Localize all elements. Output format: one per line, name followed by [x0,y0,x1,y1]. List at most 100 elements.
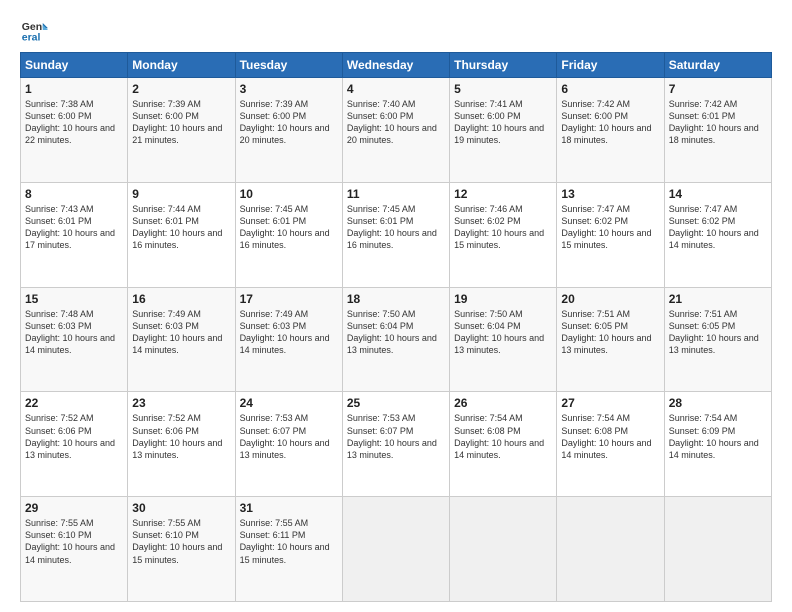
day-number: 14 [669,187,767,201]
day-info: Sunrise: 7:47 AMSunset: 6:02 PMDaylight:… [561,203,659,252]
day-number: 1 [25,82,123,96]
calendar-cell: 6 Sunrise: 7:42 AMSunset: 6:00 PMDayligh… [557,78,664,183]
day-number: 25 [347,396,445,410]
day-number: 7 [669,82,767,96]
calendar-week-5: 29 Sunrise: 7:55 AMSunset: 6:10 PMDaylig… [21,497,772,602]
calendar-cell: 21 Sunrise: 7:51 AMSunset: 6:05 PMDaylig… [664,287,771,392]
day-info: Sunrise: 7:55 AMSunset: 6:11 PMDaylight:… [240,517,338,566]
calendar-cell: 3 Sunrise: 7:39 AMSunset: 6:00 PMDayligh… [235,78,342,183]
day-number: 30 [132,501,230,515]
calendar-cell: 11 Sunrise: 7:45 AMSunset: 6:01 PMDaylig… [342,182,449,287]
day-info: Sunrise: 7:53 AMSunset: 6:07 PMDaylight:… [347,412,445,461]
day-info: Sunrise: 7:43 AMSunset: 6:01 PMDaylight:… [25,203,123,252]
day-number: 17 [240,292,338,306]
calendar-cell: 8 Sunrise: 7:43 AMSunset: 6:01 PMDayligh… [21,182,128,287]
calendar-cell: 20 Sunrise: 7:51 AMSunset: 6:05 PMDaylig… [557,287,664,392]
day-number: 13 [561,187,659,201]
calendar-header-row: SundayMondayTuesdayWednesdayThursdayFrid… [21,53,772,78]
calendar-cell: 18 Sunrise: 7:50 AMSunset: 6:04 PMDaylig… [342,287,449,392]
day-info: Sunrise: 7:38 AMSunset: 6:00 PMDaylight:… [25,98,123,147]
day-info: Sunrise: 7:54 AMSunset: 6:09 PMDaylight:… [669,412,767,461]
calendar-cell: 16 Sunrise: 7:49 AMSunset: 6:03 PMDaylig… [128,287,235,392]
day-number: 29 [25,501,123,515]
day-number: 28 [669,396,767,410]
day-number: 12 [454,187,552,201]
calendar-cell: 2 Sunrise: 7:39 AMSunset: 6:00 PMDayligh… [128,78,235,183]
calendar-week-3: 15 Sunrise: 7:48 AMSunset: 6:03 PMDaylig… [21,287,772,392]
day-info: Sunrise: 7:53 AMSunset: 6:07 PMDaylight:… [240,412,338,461]
calendar-cell: 30 Sunrise: 7:55 AMSunset: 6:10 PMDaylig… [128,497,235,602]
day-info: Sunrise: 7:55 AMSunset: 6:10 PMDaylight:… [132,517,230,566]
calendar-cell: 19 Sunrise: 7:50 AMSunset: 6:04 PMDaylig… [450,287,557,392]
day-number: 3 [240,82,338,96]
day-number: 23 [132,396,230,410]
day-info: Sunrise: 7:49 AMSunset: 6:03 PMDaylight:… [132,308,230,357]
day-info: Sunrise: 7:54 AMSunset: 6:08 PMDaylight:… [561,412,659,461]
calendar-cell: 23 Sunrise: 7:52 AMSunset: 6:06 PMDaylig… [128,392,235,497]
calendar-cell: 12 Sunrise: 7:46 AMSunset: 6:02 PMDaylig… [450,182,557,287]
calendar-cell [450,497,557,602]
svg-text:eral: eral [22,32,41,44]
day-info: Sunrise: 7:45 AMSunset: 6:01 PMDaylight:… [240,203,338,252]
calendar-cell: 27 Sunrise: 7:54 AMSunset: 6:08 PMDaylig… [557,392,664,497]
day-number: 10 [240,187,338,201]
day-number: 19 [454,292,552,306]
calendar-cell: 25 Sunrise: 7:53 AMSunset: 6:07 PMDaylig… [342,392,449,497]
day-number: 16 [132,292,230,306]
calendar-cell [664,497,771,602]
day-info: Sunrise: 7:42 AMSunset: 6:01 PMDaylight:… [669,98,767,147]
day-header-friday: Friday [557,53,664,78]
calendar-cell: 1 Sunrise: 7:38 AMSunset: 6:00 PMDayligh… [21,78,128,183]
day-number: 4 [347,82,445,96]
day-info: Sunrise: 7:44 AMSunset: 6:01 PMDaylight:… [132,203,230,252]
day-number: 9 [132,187,230,201]
calendar-cell: 13 Sunrise: 7:47 AMSunset: 6:02 PMDaylig… [557,182,664,287]
day-header-monday: Monday [128,53,235,78]
calendar-cell: 15 Sunrise: 7:48 AMSunset: 6:03 PMDaylig… [21,287,128,392]
day-info: Sunrise: 7:45 AMSunset: 6:01 PMDaylight:… [347,203,445,252]
day-info: Sunrise: 7:54 AMSunset: 6:08 PMDaylight:… [454,412,552,461]
day-info: Sunrise: 7:40 AMSunset: 6:00 PMDaylight:… [347,98,445,147]
calendar-cell: 9 Sunrise: 7:44 AMSunset: 6:01 PMDayligh… [128,182,235,287]
calendar-cell: 10 Sunrise: 7:45 AMSunset: 6:01 PMDaylig… [235,182,342,287]
calendar-week-2: 8 Sunrise: 7:43 AMSunset: 6:01 PMDayligh… [21,182,772,287]
calendar-cell: 24 Sunrise: 7:53 AMSunset: 6:07 PMDaylig… [235,392,342,497]
day-number: 18 [347,292,445,306]
calendar-cell: 29 Sunrise: 7:55 AMSunset: 6:10 PMDaylig… [21,497,128,602]
calendar-cell: 22 Sunrise: 7:52 AMSunset: 6:06 PMDaylig… [21,392,128,497]
day-info: Sunrise: 7:55 AMSunset: 6:10 PMDaylight:… [25,517,123,566]
calendar-cell: 7 Sunrise: 7:42 AMSunset: 6:01 PMDayligh… [664,78,771,183]
day-header-saturday: Saturday [664,53,771,78]
day-number: 24 [240,396,338,410]
day-info: Sunrise: 7:39 AMSunset: 6:00 PMDaylight:… [132,98,230,147]
day-number: 20 [561,292,659,306]
calendar-cell: 14 Sunrise: 7:47 AMSunset: 6:02 PMDaylig… [664,182,771,287]
day-info: Sunrise: 7:50 AMSunset: 6:04 PMDaylight:… [454,308,552,357]
header: Gen eral [20,16,772,44]
day-number: 11 [347,187,445,201]
day-info: Sunrise: 7:51 AMSunset: 6:05 PMDaylight:… [669,308,767,357]
day-number: 27 [561,396,659,410]
day-info: Sunrise: 7:52 AMSunset: 6:06 PMDaylight:… [132,412,230,461]
calendar-cell: 4 Sunrise: 7:40 AMSunset: 6:00 PMDayligh… [342,78,449,183]
day-number: 15 [25,292,123,306]
calendar-cell [557,497,664,602]
logo-icon: Gen eral [20,16,48,44]
day-number: 31 [240,501,338,515]
day-number: 26 [454,396,552,410]
day-info: Sunrise: 7:41 AMSunset: 6:00 PMDaylight:… [454,98,552,147]
day-number: 8 [25,187,123,201]
calendar-cell: 28 Sunrise: 7:54 AMSunset: 6:09 PMDaylig… [664,392,771,497]
day-info: Sunrise: 7:49 AMSunset: 6:03 PMDaylight:… [240,308,338,357]
day-info: Sunrise: 7:48 AMSunset: 6:03 PMDaylight:… [25,308,123,357]
day-info: Sunrise: 7:46 AMSunset: 6:02 PMDaylight:… [454,203,552,252]
day-number: 21 [669,292,767,306]
logo: Gen eral [20,16,52,44]
day-info: Sunrise: 7:51 AMSunset: 6:05 PMDaylight:… [561,308,659,357]
day-info: Sunrise: 7:52 AMSunset: 6:06 PMDaylight:… [25,412,123,461]
calendar-cell [342,497,449,602]
day-number: 6 [561,82,659,96]
day-info: Sunrise: 7:50 AMSunset: 6:04 PMDaylight:… [347,308,445,357]
day-header-thursday: Thursday [450,53,557,78]
calendar-table: SundayMondayTuesdayWednesdayThursdayFrid… [20,52,772,602]
